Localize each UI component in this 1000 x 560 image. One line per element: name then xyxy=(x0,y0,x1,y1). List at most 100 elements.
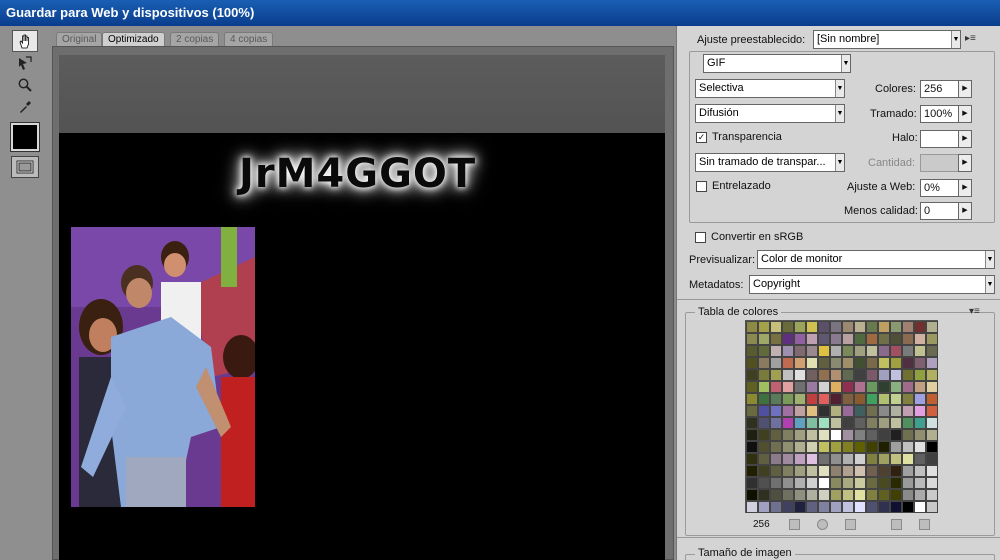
color-swatch[interactable] xyxy=(770,405,782,417)
web-snap-field[interactable]: 0% ▶ xyxy=(920,179,972,197)
color-swatch[interactable] xyxy=(926,477,938,489)
color-swatch[interactable] xyxy=(770,429,782,441)
color-swatch[interactable] xyxy=(890,357,902,369)
color-swatch[interactable] xyxy=(746,333,758,345)
color-swatch[interactable] xyxy=(794,357,806,369)
color-swatch[interactable] xyxy=(854,321,866,333)
color-swatch[interactable] xyxy=(902,381,914,393)
color-swatch[interactable] xyxy=(830,381,842,393)
color-swatch[interactable] xyxy=(902,393,914,405)
color-table-menu-icon[interactable]: ▾≡ xyxy=(969,306,980,317)
eyedropper-tool-icon[interactable] xyxy=(12,96,38,118)
color-swatch[interactable] xyxy=(818,465,830,477)
color-swatch[interactable] xyxy=(842,333,854,345)
color-swatch[interactable] xyxy=(758,429,770,441)
color-swatch[interactable] xyxy=(818,429,830,441)
color-swatch[interactable] xyxy=(818,357,830,369)
color-swatch[interactable] xyxy=(782,405,794,417)
color-swatch[interactable] xyxy=(878,417,890,429)
color-swatch[interactable] xyxy=(926,465,938,477)
color-swatch[interactable] xyxy=(914,453,926,465)
color-swatch[interactable] xyxy=(806,393,818,405)
color-swatch[interactable] xyxy=(878,369,890,381)
matte-field[interactable]: ▶ xyxy=(920,130,972,148)
color-swatch[interactable] xyxy=(758,465,770,477)
color-swatch[interactable] xyxy=(890,429,902,441)
color-swatch[interactable] xyxy=(854,405,866,417)
color-swatch[interactable] xyxy=(878,333,890,345)
color-swatch[interactable] xyxy=(902,417,914,429)
color-swatch[interactable] xyxy=(866,453,878,465)
color-swatch[interactable] xyxy=(794,489,806,501)
color-swatch[interactable] xyxy=(842,417,854,429)
color-swatch[interactable] xyxy=(794,381,806,393)
color-swatch[interactable] xyxy=(866,477,878,489)
color-swatch[interactable] xyxy=(746,369,758,381)
color-swatch[interactable] xyxy=(746,453,758,465)
color-swatch[interactable] xyxy=(914,357,926,369)
color-swatch[interactable] xyxy=(794,441,806,453)
color-swatch[interactable] xyxy=(830,453,842,465)
color-swatch[interactable] xyxy=(782,345,794,357)
color-swatch[interactable] xyxy=(782,333,794,345)
color-swatch[interactable] xyxy=(854,501,866,513)
color-swatch[interactable] xyxy=(842,393,854,405)
transparency-dither-select[interactable]: Sin tramado de transpar... ▼ xyxy=(695,153,845,172)
color-swatch[interactable] xyxy=(842,441,854,453)
web-shift-icon[interactable] xyxy=(817,519,828,530)
color-swatch[interactable] xyxy=(758,369,770,381)
color-swatch[interactable] xyxy=(782,393,794,405)
tab-4-up[interactable]: 4 copias xyxy=(224,32,274,46)
color-swatch[interactable] xyxy=(866,405,878,417)
color-swatch[interactable] xyxy=(830,417,842,429)
dither-algorithm-select[interactable]: Difusión ▼ xyxy=(695,104,845,123)
color-swatch[interactable] xyxy=(758,501,770,513)
color-swatch[interactable] xyxy=(878,501,890,513)
color-swatch[interactable] xyxy=(818,333,830,345)
color-swatch[interactable] xyxy=(926,489,938,501)
color-swatch[interactable] xyxy=(902,465,914,477)
transparency-checkbox[interactable]: ✓ xyxy=(696,132,707,143)
color-swatch[interactable] xyxy=(926,333,938,345)
color-swatch[interactable] xyxy=(842,501,854,513)
color-swatch[interactable] xyxy=(890,477,902,489)
color-swatch[interactable] xyxy=(770,465,782,477)
color-swatch[interactable] xyxy=(770,345,782,357)
color-swatch[interactable] xyxy=(746,429,758,441)
chevron-right-icon[interactable]: ▶ xyxy=(958,202,972,220)
color-swatch[interactable] xyxy=(830,489,842,501)
color-swatch[interactable] xyxy=(914,345,926,357)
color-swatch[interactable] xyxy=(842,381,854,393)
color-swatch[interactable] xyxy=(878,381,890,393)
color-swatch[interactable] xyxy=(878,453,890,465)
color-swatch[interactable] xyxy=(782,501,794,513)
color-swatch[interactable] xyxy=(878,489,890,501)
color-swatch[interactable] xyxy=(830,345,842,357)
color-swatch[interactable] xyxy=(854,333,866,345)
color-swatch[interactable] xyxy=(746,357,758,369)
color-swatch[interactable] xyxy=(926,501,938,513)
color-swatch[interactable] xyxy=(770,441,782,453)
color-swatch[interactable] xyxy=(830,405,842,417)
color-swatch[interactable] xyxy=(758,405,770,417)
color-swatch[interactable] xyxy=(890,369,902,381)
preview-select[interactable]: Color de monitor ▼ xyxy=(757,250,995,269)
color-swatch[interactable] xyxy=(878,321,890,333)
color-swatch[interactable] xyxy=(902,333,914,345)
color-swatch[interactable] xyxy=(866,357,878,369)
color-swatch[interactable] xyxy=(842,477,854,489)
color-swatch[interactable] xyxy=(878,405,890,417)
color-swatch[interactable] xyxy=(902,501,914,513)
color-swatch[interactable] xyxy=(914,441,926,453)
color-swatch[interactable] xyxy=(818,405,830,417)
color-swatch[interactable] xyxy=(854,369,866,381)
color-swatch[interactable] xyxy=(794,369,806,381)
color-swatch[interactable] xyxy=(866,381,878,393)
color-swatch[interactable] xyxy=(746,489,758,501)
new-color-icon[interactable] xyxy=(891,519,902,530)
color-swatch[interactable] xyxy=(926,453,938,465)
color-swatch[interactable] xyxy=(794,453,806,465)
chevron-right-icon[interactable]: ▶ xyxy=(958,130,972,148)
slice-visibility-toggle-icon[interactable] xyxy=(11,156,39,178)
color-swatch[interactable] xyxy=(758,321,770,333)
